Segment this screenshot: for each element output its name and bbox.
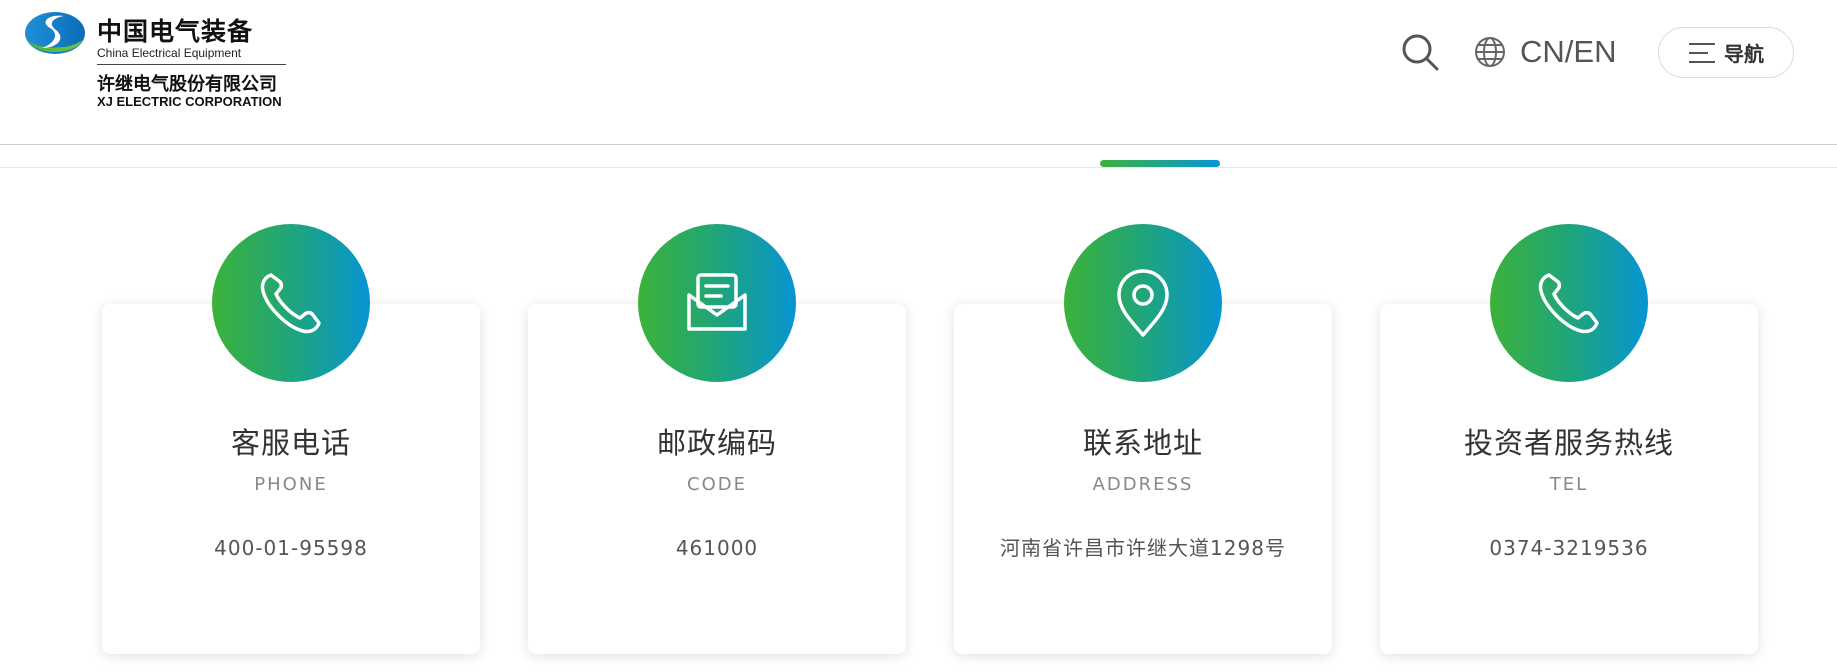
card-subtitle: PHONE: [254, 474, 328, 495]
card-value: 0374-3219536: [1489, 536, 1649, 560]
company-name-en: XJ ELECTRIC CORPORATION: [97, 94, 282, 109]
search-button[interactable]: [1400, 32, 1440, 72]
mail-icon: [687, 273, 747, 331]
logo-divider: [97, 64, 286, 65]
company-name-cn: 许继电气股份有限公司: [97, 74, 277, 95]
card-icon-circle: [638, 224, 796, 382]
card-title: 投资者服务热线: [1463, 426, 1674, 460]
card-subtitle: CODE: [687, 474, 747, 495]
active-tab-indicator: [1100, 160, 1220, 167]
card-value: 400-01-95598: [214, 536, 368, 560]
card-subtitle: ADDRESS: [1092, 474, 1194, 495]
location-pin-icon: [1117, 269, 1169, 337]
globe-icon: [1475, 37, 1505, 67]
logo[interactable]: 中国电气装备 China Electrical Equipment 许继电气股份…: [24, 8, 286, 109]
card-value: 河南省许昌市许继大道1298号: [1000, 536, 1286, 560]
phone-icon: [1538, 273, 1599, 334]
language-label: CN/EN: [1520, 34, 1617, 69]
brand-name-cn: 中国电气装备: [97, 17, 254, 46]
phone-icon: [260, 273, 321, 334]
nav-menu-button[interactable]: 导航: [1658, 27, 1794, 78]
site-header: 中国电气装备 China Electrical Equipment 许继电气股份…: [0, 0, 1837, 145]
logo-mark-icon: [25, 12, 85, 54]
card-title: 客服电话: [230, 426, 351, 460]
card-title: 联系地址: [1082, 426, 1203, 460]
subnav-divider: [0, 167, 1837, 168]
nav-menu-label: 导航: [1724, 42, 1764, 66]
card-value: 461000: [675, 536, 759, 560]
brand-name-en: China Electrical Equipment: [97, 46, 242, 60]
search-icon: [1402, 34, 1439, 71]
language-switch[interactable]: CN/EN: [1474, 32, 1616, 72]
card-icon-circle: [1064, 224, 1222, 382]
card-icon-circle: [212, 224, 370, 382]
menu-icon: [1689, 42, 1715, 63]
card-icon-circle: [1490, 224, 1648, 382]
card-title: 邮政编码: [656, 426, 777, 460]
card-subtitle: TEL: [1549, 474, 1589, 495]
